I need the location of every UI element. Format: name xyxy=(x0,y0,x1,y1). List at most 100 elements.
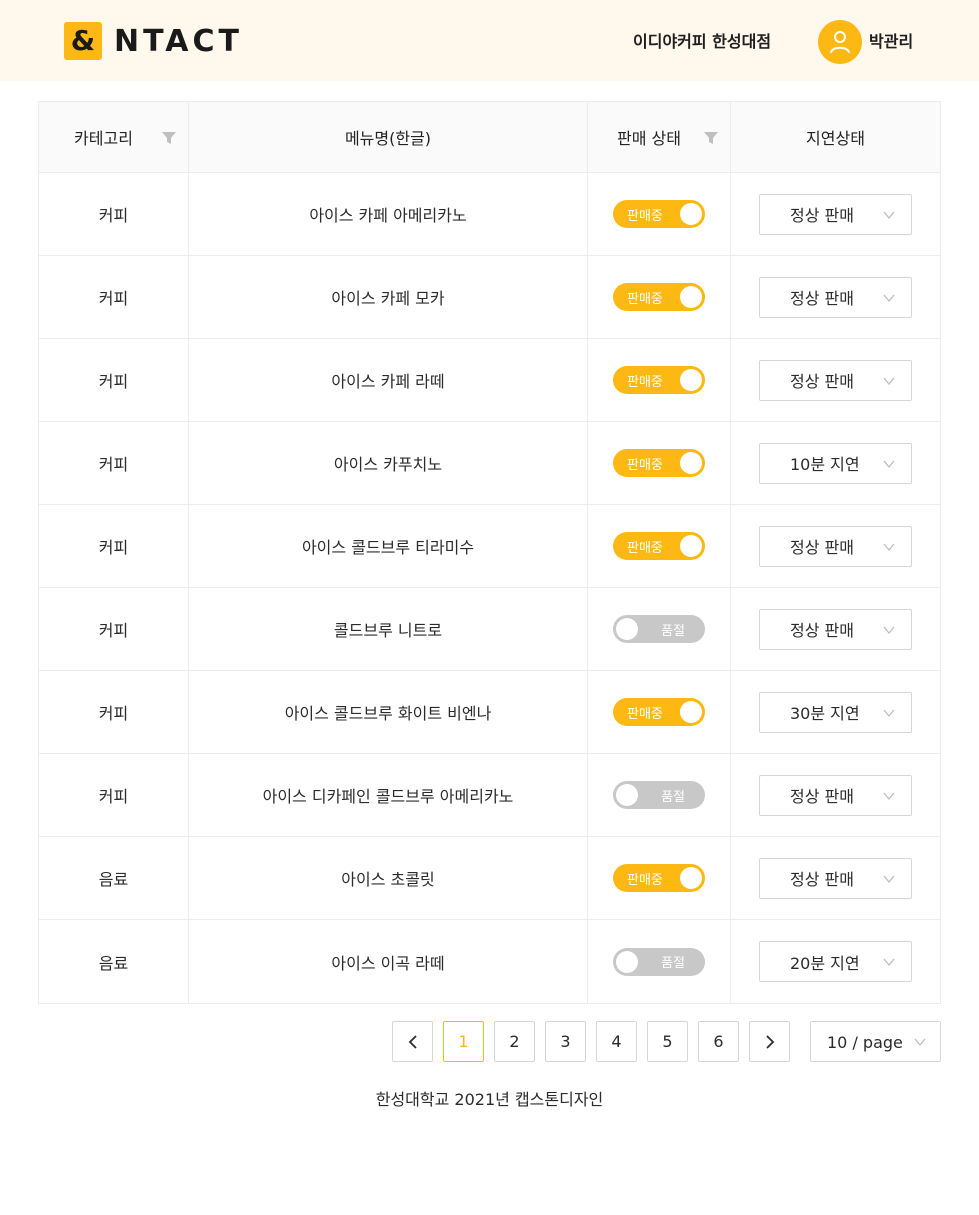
chevron-down-icon xyxy=(883,460,895,468)
chevron-down-icon xyxy=(883,294,895,302)
table-row: 커피 아이스 카페 아메리카노 판매중 정상 판매 xyxy=(39,173,940,256)
category-text: 커피 xyxy=(98,206,129,225)
category-cell: 커피 xyxy=(39,256,189,338)
sale-status-toggle[interactable]: 판매중 xyxy=(613,283,705,311)
menu-name-cell: 아이스 카페 아메리카노 xyxy=(189,173,588,255)
sale-status-cell: 판매중 xyxy=(588,505,731,587)
chevron-right-icon xyxy=(765,1034,774,1049)
column-label: 카테고리 xyxy=(74,129,133,148)
delay-status-cell: 정상 판매 xyxy=(731,256,940,338)
sale-status-toggle[interactable]: 판매중 xyxy=(613,698,705,726)
category-text: 커피 xyxy=(98,372,129,391)
page-button-6[interactable]: 6 xyxy=(698,1021,739,1062)
delay-status-value: 정상 판매 xyxy=(790,289,854,308)
delay-status-value: 정상 판매 xyxy=(790,870,854,889)
sale-status-toggle[interactable]: 품절 xyxy=(613,781,705,809)
menu-name-text: 아이스 콜드브루 화이트 비엔나 xyxy=(284,704,492,723)
delay-status-select[interactable]: 정상 판매 xyxy=(759,857,912,899)
delay-status-select[interactable]: 정상 판매 xyxy=(759,359,912,401)
sale-status-cell: 판매중 xyxy=(588,173,731,255)
chevron-down-icon xyxy=(883,626,895,634)
sale-status-toggle[interactable]: 판매중 xyxy=(613,366,705,394)
menu-name-text: 아이스 디카페인 콜드브루 아메리카노 xyxy=(262,787,514,806)
category-text: 커피 xyxy=(98,538,129,557)
table-row: 커피 아이스 콜드브루 티라미수 판매중 정상 판매 xyxy=(39,505,940,588)
toggle-knob xyxy=(616,618,638,640)
delay-status-select[interactable]: 30분 지연 xyxy=(759,691,912,733)
menu-name-text: 콜드브루 니트로 xyxy=(333,621,443,640)
filter-icon[interactable] xyxy=(704,132,718,144)
delay-status-select[interactable]: 정상 판매 xyxy=(759,774,912,816)
category-text: 커피 xyxy=(98,787,129,806)
menu-name-cell: 아이스 이곡 라떼 xyxy=(189,920,588,1003)
toggle-knob xyxy=(680,369,702,391)
delay-status-select[interactable]: 10분 지연 xyxy=(759,442,912,484)
delay-status-select[interactable]: 20분 지연 xyxy=(759,941,912,982)
logo[interactable]: & NTACT xyxy=(64,22,243,60)
page-size-select[interactable]: 10 / page xyxy=(810,1021,941,1062)
delay-status-select[interactable]: 정상 판매 xyxy=(759,276,912,318)
category-text: 커피 xyxy=(98,621,129,640)
chevron-down-icon xyxy=(883,211,895,219)
page-button-2[interactable]: 2 xyxy=(494,1021,535,1062)
chevron-down-icon xyxy=(883,958,895,967)
page-button-1[interactable]: 1 xyxy=(443,1021,484,1062)
delay-status-value: 20분 지연 xyxy=(790,953,860,973)
sale-status-toggle[interactable]: 품절 xyxy=(613,947,705,976)
logo-text: NTACT xyxy=(114,23,243,59)
toggle-knob xyxy=(680,286,702,308)
next-page-button[interactable] xyxy=(749,1021,790,1062)
sale-status-cell: 판매중 xyxy=(588,671,731,753)
menu-name-cell: 아이스 콜드브루 화이트 비엔나 xyxy=(189,671,588,753)
delay-status-cell: 정상 판매 xyxy=(731,505,940,587)
menu-name-text: 아이스 초콜릿 xyxy=(341,870,435,889)
toggle-knob xyxy=(616,784,638,806)
page-button-5[interactable]: 5 xyxy=(647,1021,688,1062)
menu-name-text: 아이스 카페 모카 xyxy=(331,289,445,308)
page-button-3[interactable]: 3 xyxy=(545,1021,586,1062)
toggle-label: 판매중 xyxy=(627,208,663,224)
table-row: 커피 아이스 카푸치노 판매중 10분 지연 xyxy=(39,422,940,505)
chevron-down-icon xyxy=(883,875,895,883)
category-text: 커피 xyxy=(98,455,129,474)
delay-status-select[interactable]: 정상 판매 xyxy=(759,608,912,650)
app-header: & NTACT 이디야커피 한성대점 박관리 xyxy=(0,0,979,81)
toggle-knob xyxy=(616,950,638,973)
sale-status-toggle[interactable]: 판매중 xyxy=(613,200,705,228)
delay-status-select[interactable]: 정상 판매 xyxy=(759,525,912,567)
delay-status-value: 정상 판매 xyxy=(790,206,854,225)
delay-status-value: 정상 판매 xyxy=(790,538,854,557)
category-cell: 커피 xyxy=(39,754,189,836)
sale-status-toggle[interactable]: 판매중 xyxy=(613,864,705,892)
delay-status-value: 30분 지연 xyxy=(790,704,860,723)
sale-status-toggle[interactable]: 판매중 xyxy=(613,449,705,477)
table-row: 음료 아이스 초콜릿 판매중 정상 판매 xyxy=(39,837,940,920)
delay-status-cell: 정상 판매 xyxy=(731,173,940,255)
toggle-label: 품절 xyxy=(661,789,685,805)
category-cell: 음료 xyxy=(39,920,189,1003)
delay-status-cell: 10분 지연 xyxy=(731,422,940,504)
menu-name-cell: 아이스 콜드브루 티라미수 xyxy=(189,505,588,587)
avatar[interactable] xyxy=(818,20,862,64)
category-cell: 커피 xyxy=(39,505,189,587)
sale-status-toggle[interactable]: 품절 xyxy=(613,615,705,643)
table-body: 커피 아이스 카페 아메리카노 판매중 정상 판매 커피 아이스 카페 모카 판매중 정상 판… xyxy=(39,173,940,1003)
delay-status-select[interactable]: 정상 판매 xyxy=(759,193,912,235)
filter-icon[interactable] xyxy=(162,132,176,144)
category-cell: 커피 xyxy=(39,671,189,753)
user-name[interactable]: 박관리 xyxy=(869,28,913,52)
delay-status-cell: 정상 판매 xyxy=(731,754,940,836)
toggle-label: 판매중 xyxy=(627,374,663,390)
chevron-left-icon xyxy=(408,1034,417,1049)
chevron-down-icon xyxy=(914,1038,926,1047)
footer-text: 한성대학교 2021년 캡스톤디자인 xyxy=(375,1090,604,1109)
column-label: 판매 상태 xyxy=(617,129,681,148)
sale-status-toggle[interactable]: 판매중 xyxy=(613,532,705,560)
category-text: 커피 xyxy=(98,704,129,723)
page-button-4[interactable]: 4 xyxy=(596,1021,637,1062)
toggle-label: 판매중 xyxy=(627,872,663,888)
prev-page-button[interactable] xyxy=(392,1021,433,1062)
table-row: 커피 아이스 콜드브루 화이트 비엔나 판매중 30분 지연 xyxy=(39,671,940,754)
toggle-label: 판매중 xyxy=(627,457,663,473)
delay-status-cell: 정상 판매 xyxy=(731,837,940,919)
